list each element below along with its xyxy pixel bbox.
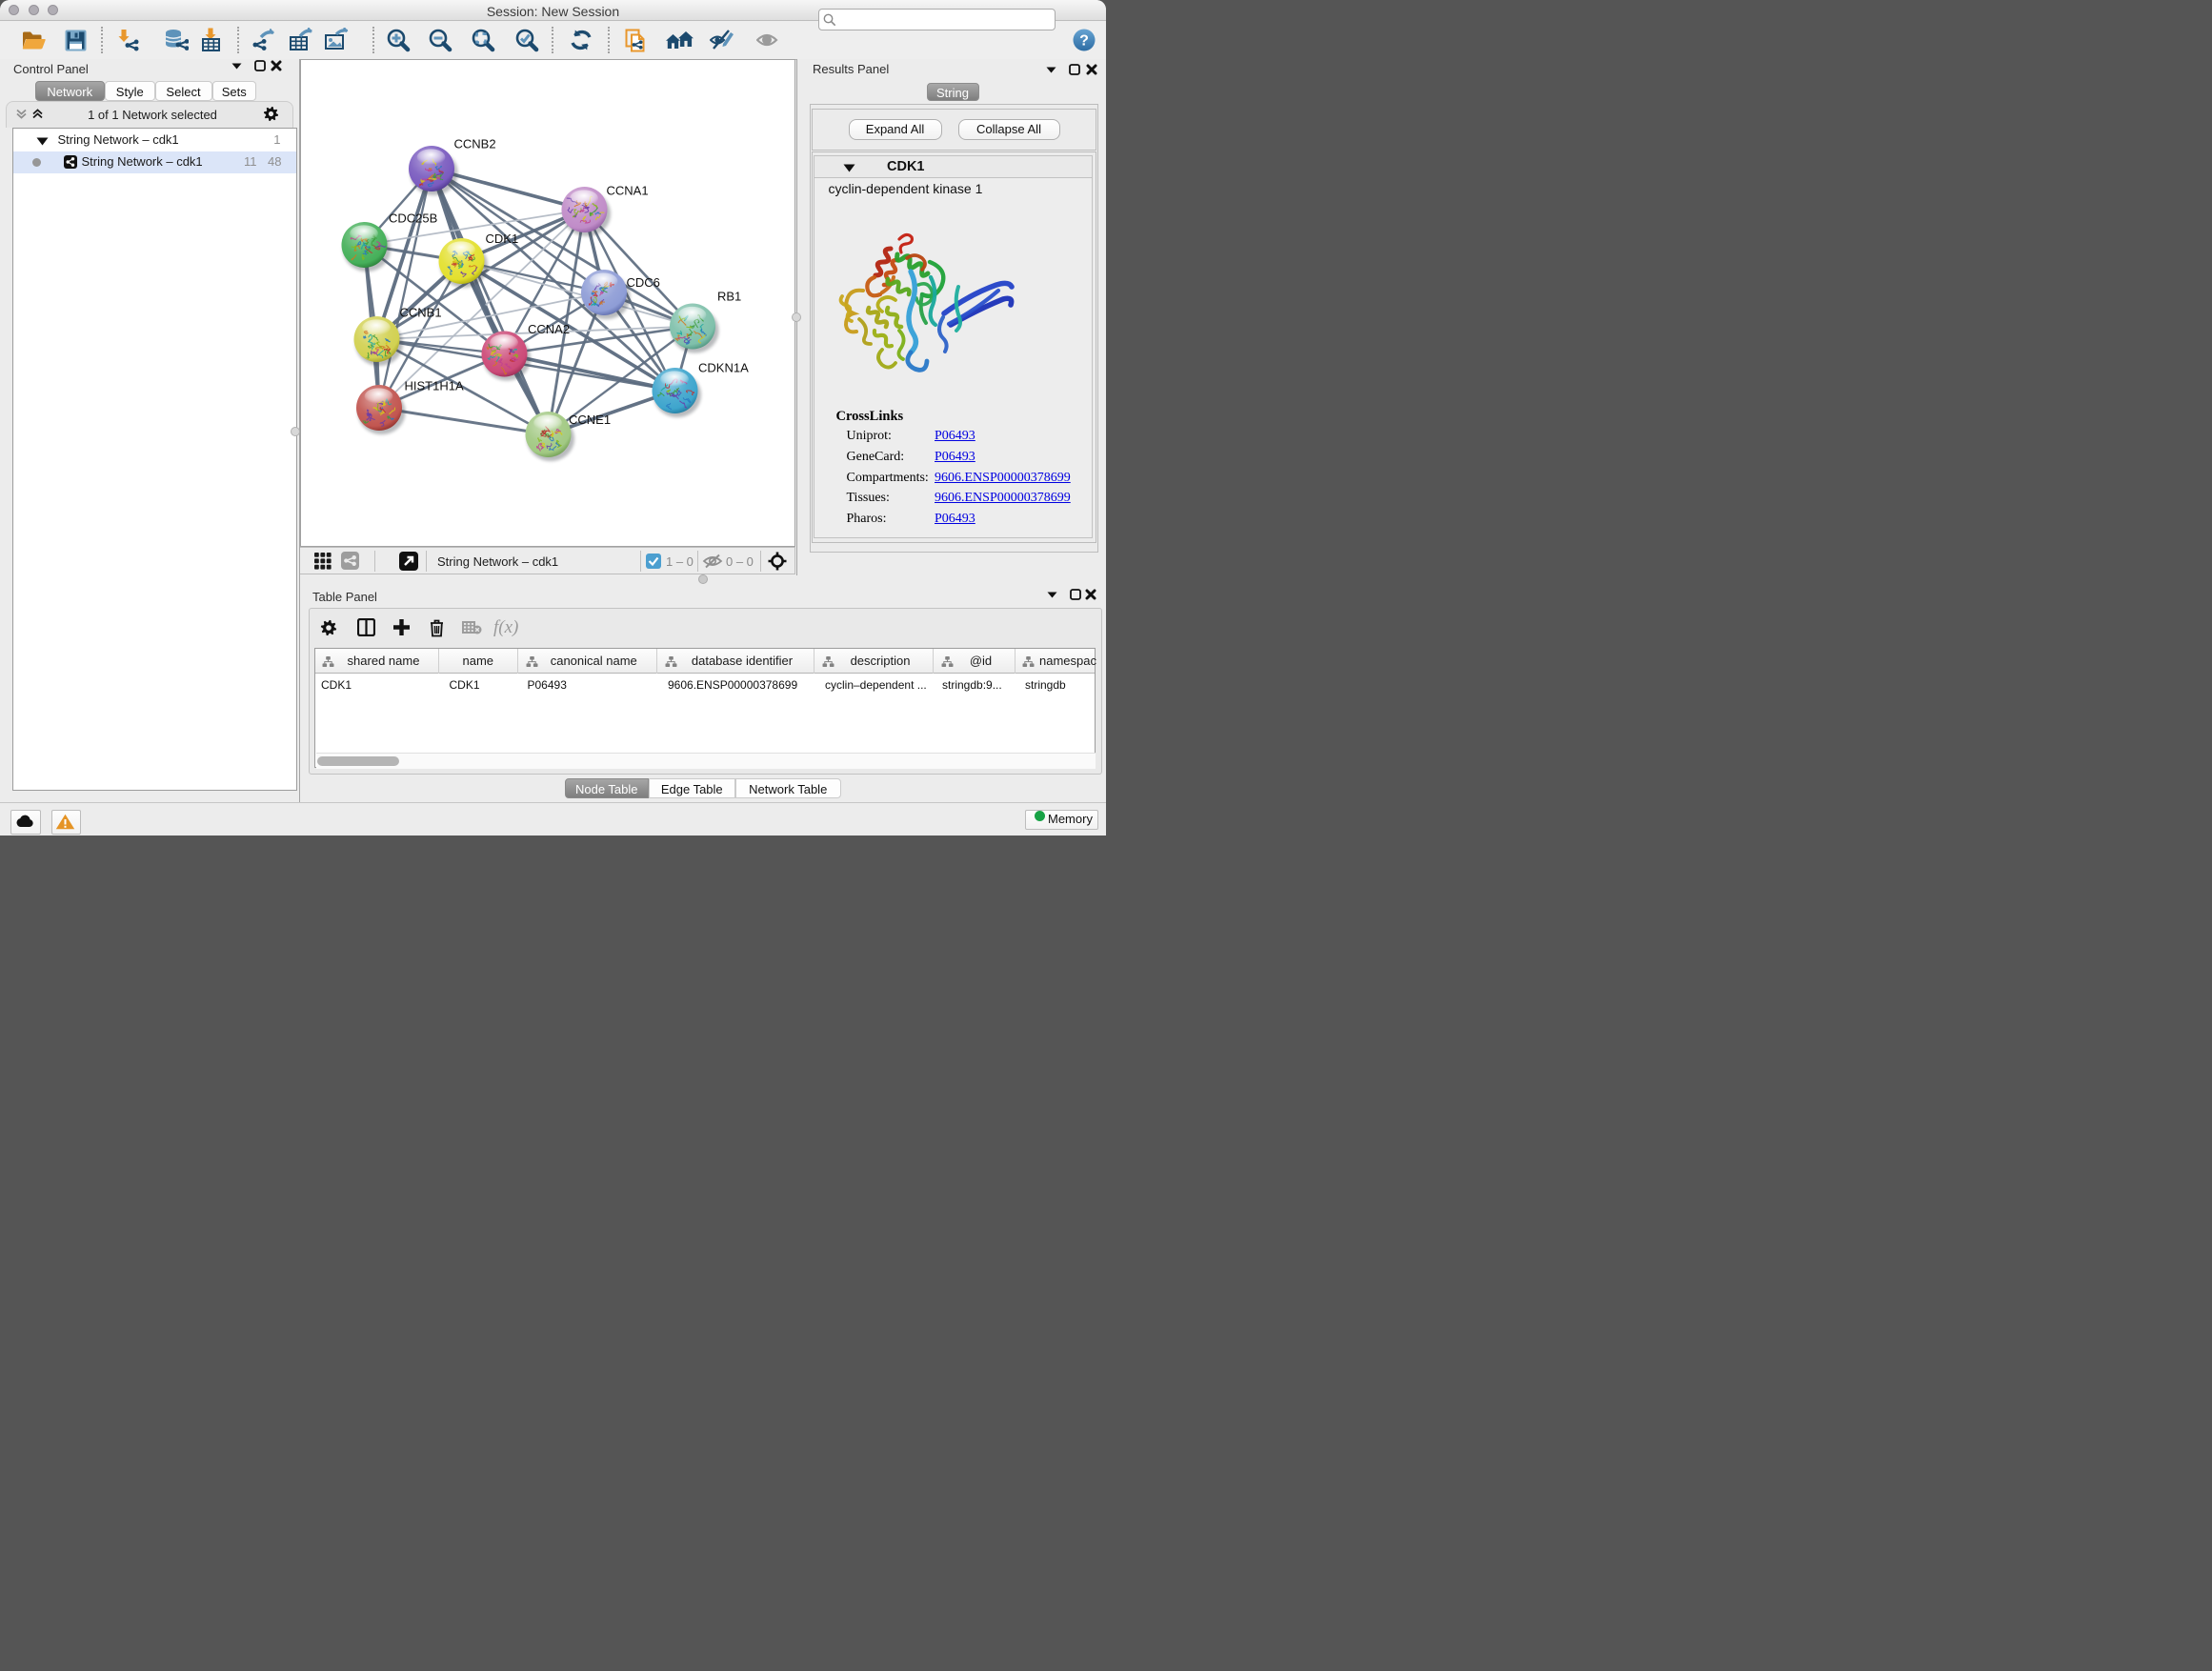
svg-text:CCNA2: CCNA2 (528, 322, 570, 336)
svg-text:CCNB2: CCNB2 (453, 137, 495, 151)
svg-text:?: ? (1079, 33, 1089, 50)
svg-text:CDC6: CDC6 (626, 275, 659, 290)
svg-text:CDK1: CDK1 (485, 232, 518, 246)
svg-text:CCNB1: CCNB1 (399, 306, 441, 320)
svg-text:HIST1H1A: HIST1H1A (404, 379, 463, 393)
svg-text:CDC25B: CDC25B (389, 211, 437, 226)
svg-text:RB1: RB1 (717, 290, 741, 304)
svg-text:CCNE1: CCNE1 (569, 413, 611, 427)
svg-text:CDKN1A: CDKN1A (698, 361, 749, 375)
svg-text:CCNA1: CCNA1 (606, 184, 648, 198)
